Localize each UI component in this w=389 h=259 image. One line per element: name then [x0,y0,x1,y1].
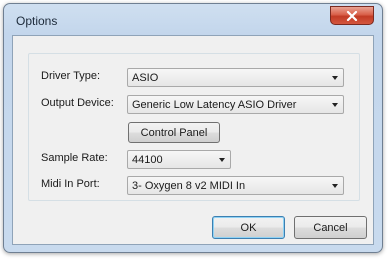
settings-group: Driver Type: ASIO Output Device: Generic… [28,53,360,201]
driver-type-dropdown[interactable]: ASIO [127,68,344,87]
control-panel-label: Control Panel [140,126,208,139]
output-device-dropdown[interactable]: Generic Low Latency ASIO Driver [127,95,344,114]
close-button[interactable] [330,6,374,25]
midi-in-port-label: Midi In Port: [41,178,100,190]
ok-label: OK [240,221,257,234]
control-panel-button[interactable]: Control Panel [128,122,220,143]
chevron-down-icon [332,103,338,107]
options-dialog: Options Driver Type: ASIO Output Device:… [3,3,383,253]
chevron-down-icon [219,158,225,162]
sample-rate-value: 44100 [132,154,163,166]
chevron-down-icon [332,76,338,80]
midi-in-port-value: 3- Oxygen 8 v2 MIDI In [132,180,246,192]
output-device-label: Output Device: [41,97,114,109]
driver-type-label: Driver Type: [41,70,101,82]
output-device-value: Generic Low Latency ASIO Driver [132,99,297,111]
ok-button[interactable]: OK [212,216,285,239]
cancel-button[interactable]: Cancel [294,216,367,239]
dialog-body: Driver Type: ASIO Output Device: Generic… [12,35,374,245]
chevron-down-icon [332,184,338,188]
cancel-label: Cancel [313,221,348,234]
midi-in-port-dropdown[interactable]: 3- Oxygen 8 v2 MIDI In [127,176,344,195]
driver-type-value: ASIO [132,72,159,84]
dialog-title: Options [16,14,58,28]
sample-rate-label: Sample Rate: [41,152,108,164]
close-icon [346,10,358,21]
sample-rate-dropdown[interactable]: 44100 [127,150,231,169]
